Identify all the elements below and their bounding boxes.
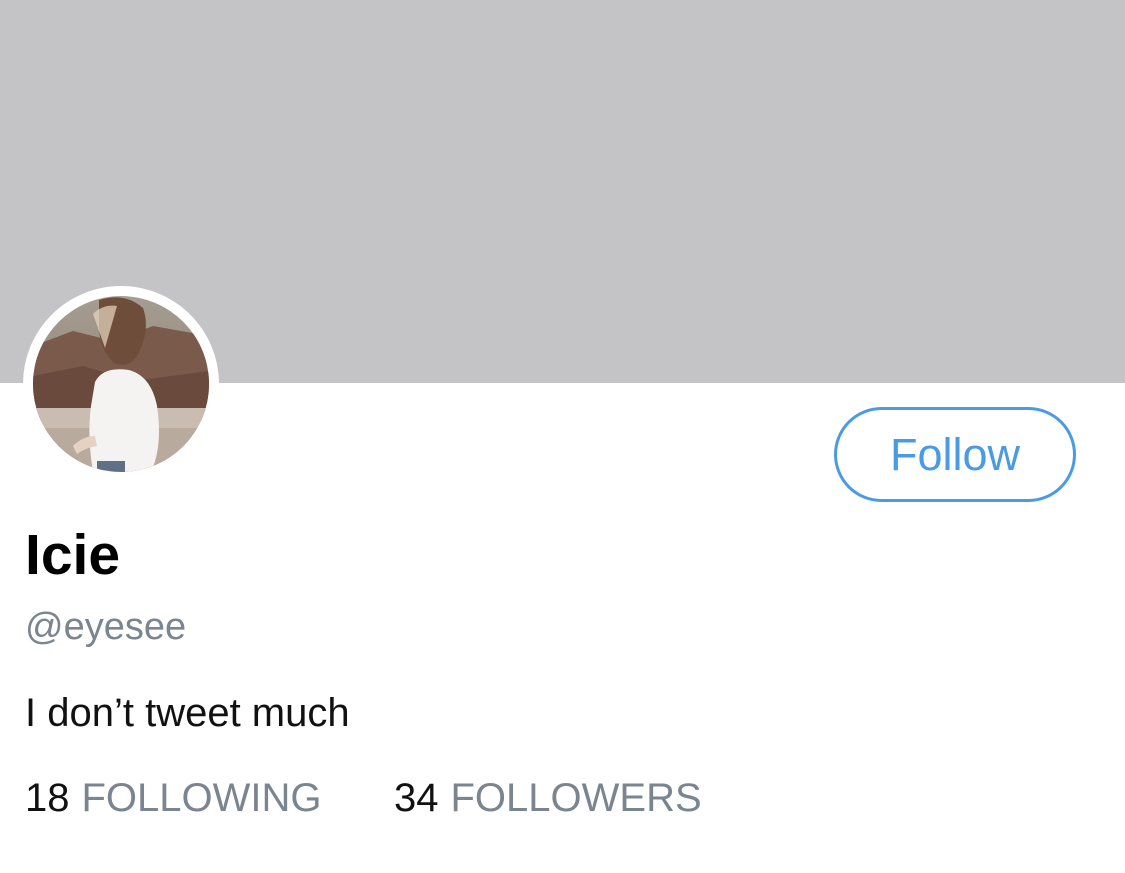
following-label: FOLLOWING xyxy=(81,776,322,820)
followers-count: 34 xyxy=(394,776,439,820)
following-count: 18 xyxy=(25,776,70,820)
profile-avatar[interactable] xyxy=(23,286,219,482)
profile-bio: I don’t tweet much xyxy=(25,691,350,735)
following-stat[interactable]: 18 FOLLOWING xyxy=(25,773,322,823)
username-handle: @eyesee xyxy=(25,606,187,648)
display-name: Icie xyxy=(25,523,121,587)
profile-photo-icon xyxy=(33,296,209,472)
followers-stat[interactable]: 34 FOLLOWERS xyxy=(394,773,702,823)
profile-page: Follow Icie @eyesee I don’t tweet much 1… xyxy=(0,0,1125,873)
follow-button[interactable]: Follow xyxy=(834,407,1076,502)
followers-label: FOLLOWERS xyxy=(450,776,702,820)
